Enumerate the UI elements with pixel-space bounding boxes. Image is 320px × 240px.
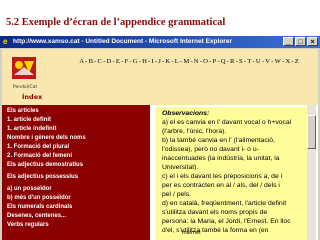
observation-line: a) el es canvia en l' davant vocal o h+v… xyxy=(162,119,292,126)
letter-separator: - xyxy=(271,58,274,65)
letter-link[interactable]: I xyxy=(151,56,153,67)
letter-link[interactable]: M xyxy=(183,56,189,67)
scrollbar-thumb[interactable] xyxy=(307,115,316,149)
letter-separator: - xyxy=(243,58,247,65)
letter-link[interactable]: B xyxy=(89,56,93,67)
maximize-icon[interactable]: □ xyxy=(295,37,306,46)
sidebar: Els articles 1. article definit 1. article… xyxy=(2,105,150,240)
letter-separator: - xyxy=(179,58,183,65)
sidebar-item[interactable]: 1. Formació del plural xyxy=(7,144,69,150)
letter-link[interactable]: G xyxy=(133,56,138,67)
letter-separator: - xyxy=(282,58,285,65)
observation-line: l'odissea), però no davant i- o u- xyxy=(162,146,259,153)
letter-separator: - xyxy=(226,58,229,65)
slide-title: 5.2 Exemple d’écran de l’appendice gramm… xyxy=(6,17,226,28)
sidebar-item[interactable]: 2. Formació del femení xyxy=(7,153,72,159)
observation-line: per es contracten en al / als, del / del… xyxy=(162,182,280,189)
site-logo xyxy=(12,57,36,79)
letter-link[interactable]: P xyxy=(212,56,216,67)
letter-link[interactable]: A xyxy=(79,56,84,67)
sidebar-item[interactable]: a) un posseïdor xyxy=(7,186,52,192)
main-area: Observacions: a) el es canvia en l' davan… xyxy=(156,105,314,240)
status-zone: Internet xyxy=(182,230,201,236)
window-controls: _ □ × xyxy=(283,37,318,46)
letter-separator: - xyxy=(138,58,141,65)
letter-separator: - xyxy=(261,58,265,65)
letter-separator: - xyxy=(199,58,202,65)
letter-link[interactable]: F xyxy=(124,56,128,67)
letter-link[interactable]: K xyxy=(165,56,170,67)
letter-link[interactable]: C xyxy=(98,56,102,67)
letter-separator: - xyxy=(154,58,158,65)
sidebar-item[interactable]: Els articles xyxy=(7,108,39,114)
letter-separator: - xyxy=(291,58,294,65)
observation-line: pel / pels. xyxy=(162,191,192,198)
observation-line: (l'arbre, l'únic, l'hora). xyxy=(162,128,227,135)
browser-window: e http://www.xamso.cat - Untitled Docume… xyxy=(0,36,320,240)
letter-link[interactable]: X xyxy=(285,56,290,67)
letter-link[interactable]: H xyxy=(142,56,147,67)
sidebar-item[interactable]: Desenes, centenes... xyxy=(7,213,66,219)
letter-separator: - xyxy=(121,58,124,65)
letter-link[interactable]: D xyxy=(107,56,112,67)
observation-line: persona: la Maria, el Jordi, l'Ernest. E… xyxy=(162,218,291,225)
letter-link[interactable]: Z xyxy=(295,56,299,67)
letter-separator: - xyxy=(190,58,193,65)
observation-line: b) la també canvia en l' (l'alimentació, xyxy=(162,137,275,144)
logo-caption: Pendol/Cat xyxy=(12,85,38,90)
letter-separator: - xyxy=(129,58,132,65)
sidebar-item[interactable]: Els adjectius demostratius xyxy=(7,162,83,168)
observation-line: Universitat). xyxy=(162,164,199,171)
page-header: Pendol/Cat Índex A-B-C-D-E-F-G-H-I-J-K-L… xyxy=(2,49,318,105)
letter-link[interactable]: Q xyxy=(221,56,226,67)
sidebar-item[interactable]: Verbs regulars xyxy=(7,222,49,228)
vertical-scrollbar[interactable] xyxy=(307,105,316,240)
sidebar-item[interactable]: 1. article indefinit xyxy=(7,126,56,132)
observation-line: s'utilitza davant els noms propis de xyxy=(162,209,268,216)
minimize-icon[interactable]: _ xyxy=(283,37,294,46)
letter-link[interactable]: T xyxy=(247,56,251,67)
index-link[interactable]: Índex xyxy=(22,93,42,101)
observation-line: inaccentuades (la indústria, la unitat, … xyxy=(162,155,280,162)
observation-line: d) en català, freqüentment, l'article de… xyxy=(162,200,287,207)
letter-separator: - xyxy=(217,58,220,65)
letter-separator: - xyxy=(94,58,97,65)
sidebar-item[interactable]: 1. article definit xyxy=(7,117,51,123)
letter-separator: - xyxy=(103,58,106,65)
letter-link[interactable]: W xyxy=(275,56,281,67)
letter-link[interactable]: U xyxy=(256,56,261,67)
alphabet-nav: A-B-C-D-E-F-G-H-I-J-K-L-M-N-O-P-Q-R-S-T-… xyxy=(60,56,318,67)
letter-link[interactable]: E xyxy=(116,56,120,67)
sidebar-item[interactable]: Els numerals cardinals xyxy=(7,204,72,210)
letter-separator: - xyxy=(85,58,88,65)
window-titlebar: e http://www.xamso.cat - Untitled Docume… xyxy=(0,36,320,48)
observations-heading: Observacions: xyxy=(162,110,210,117)
sidebar-item[interactable]: Els adjectius possessius xyxy=(7,174,78,180)
letter-link[interactable]: O xyxy=(203,56,208,67)
page-content: Pendol/Cat Índex A-B-C-D-E-F-G-H-I-J-K-L… xyxy=(2,49,318,240)
letter-link[interactable]: L xyxy=(175,56,179,67)
letter-link[interactable]: N xyxy=(194,56,199,67)
letter-separator: - xyxy=(112,58,115,65)
letter-link[interactable]: R xyxy=(230,56,234,67)
observation-line: c) el i els davant les preposicions a, d… xyxy=(162,173,283,180)
letter-link[interactable]: S xyxy=(239,56,243,67)
sidebar-item[interactable]: Nombre i gènere dels noms xyxy=(7,135,86,141)
letter-separator: - xyxy=(161,58,165,65)
internet-explorer-icon: e xyxy=(3,37,8,46)
letter-link[interactable]: V xyxy=(265,56,270,67)
letter-separator: - xyxy=(148,58,151,65)
letter-separator: - xyxy=(252,58,255,65)
letter-separator: - xyxy=(171,58,174,65)
close-icon[interactable]: × xyxy=(307,37,318,46)
window-title: http://www.xamso.cat - Untitled Document… xyxy=(13,38,232,45)
letter-link[interactable]: J xyxy=(158,56,161,67)
observation-line: d'el, s'utilitza també la forma en (en xyxy=(162,227,269,234)
observations-panel: Observacions: a) el es canvia en l' davan… xyxy=(156,107,310,240)
letter-separator: - xyxy=(235,58,238,65)
sidebar-item[interactable]: b) més d'un posseïdor xyxy=(7,195,71,201)
letter-separator: - xyxy=(209,58,212,65)
